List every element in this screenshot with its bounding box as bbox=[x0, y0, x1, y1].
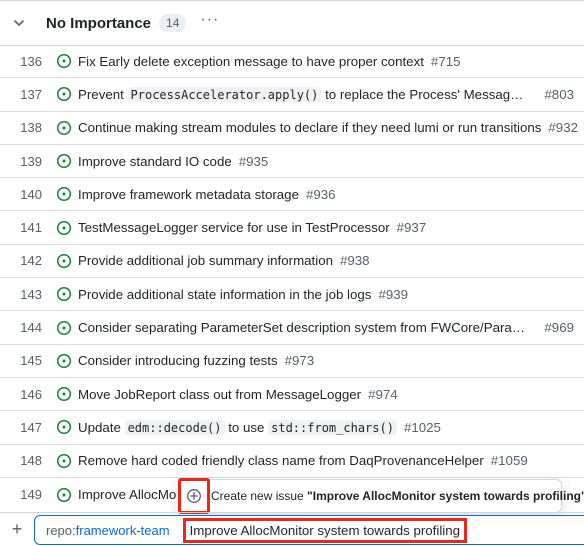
repo-filter-token: repo:framework-team bbox=[46, 523, 170, 538]
group-title: No Importance bbox=[46, 14, 152, 32]
table-row[interactable]: 146 Move JobReport class out from Messag… bbox=[0, 378, 584, 412]
issue-number[interactable]: #937 bbox=[397, 220, 427, 235]
chevron-down-icon[interactable] bbox=[0, 0, 38, 46]
issue-number[interactable]: #938 bbox=[340, 253, 370, 268]
issue-list: 136 Fix Early delete exception message t… bbox=[0, 45, 584, 511]
issue-opened-icon bbox=[56, 220, 72, 236]
inline-code: ProcessAccelerator.apply() bbox=[127, 86, 322, 102]
issue-title[interactable]: Consider separating ParameterSet descrip… bbox=[78, 320, 528, 335]
create-issue-prefix: Create new issue bbox=[211, 489, 308, 503]
plus-icon[interactable]: + bbox=[0, 519, 34, 540]
issue-title[interactable]: Move JobReport class out from MessageLog… bbox=[78, 387, 361, 402]
group-header: No Importance 14 ··· bbox=[0, 0, 584, 46]
row-number: 145 bbox=[20, 353, 42, 369]
issue-title[interactable]: Improve framework metadata storage bbox=[78, 187, 299, 202]
issue-title[interactable]: Fix Early delete exception message to ha… bbox=[78, 54, 424, 69]
issue-title[interactable]: Improve AllocMo bbox=[78, 487, 176, 502]
title-text: Prevent bbox=[78, 86, 128, 102]
table-row[interactable]: 140 Improve framework metadata storage #… bbox=[0, 178, 584, 212]
row-number: 136 bbox=[20, 53, 42, 69]
add-item-input[interactable]: repo:framework-team Improve AllocMonitor… bbox=[34, 515, 584, 545]
add-item-row: + repo:framework-team Improve AllocMonit… bbox=[0, 512, 584, 546]
issue-number[interactable]: #715 bbox=[431, 54, 461, 69]
table-row[interactable]: 143 Provide additional state information… bbox=[0, 278, 584, 312]
issue-title[interactable]: Improve standard IO code bbox=[78, 154, 232, 169]
issue-opened-icon bbox=[56, 419, 72, 435]
table-row[interactable]: 145 Consider introducing fuzzing tests #… bbox=[0, 345, 584, 378]
issue-opened-icon bbox=[56, 53, 72, 69]
row-number: 139 bbox=[20, 153, 42, 169]
row-number: 149 bbox=[20, 487, 42, 502]
issue-opened-icon bbox=[56, 353, 72, 369]
table-row[interactable]: 141 TestMessageLogger service for use in… bbox=[0, 211, 584, 245]
issue-opened-icon bbox=[56, 487, 72, 503]
issue-title[interactable]: Consider introducing fuzzing tests bbox=[78, 353, 278, 368]
issue-opened-icon bbox=[56, 86, 72, 102]
table-row[interactable]: 142 Provide additional job summary infor… bbox=[0, 245, 584, 279]
create-issue-title: "Improve AllocMonitor system towards pro… bbox=[307, 489, 584, 503]
title-text: to use bbox=[224, 419, 269, 435]
issue-opened-icon bbox=[56, 120, 72, 136]
issue-opened-icon bbox=[56, 386, 72, 402]
issue-opened-icon bbox=[56, 453, 72, 469]
plus-circle-icon[interactable] bbox=[178, 478, 210, 514]
issue-number[interactable]: #936 bbox=[306, 187, 336, 202]
row-number: 146 bbox=[20, 386, 42, 402]
repo-prefix: repo: bbox=[46, 522, 76, 538]
title-text: Update bbox=[78, 419, 125, 435]
issue-title[interactable]: Update edm::decode() to use std::from_ch… bbox=[78, 419, 397, 435]
row-number: 142 bbox=[20, 253, 42, 269]
title-text: to replace the Process' MessageLog... bbox=[321, 86, 528, 102]
issue-number[interactable]: #939 bbox=[378, 287, 408, 302]
table-row[interactable]: 147 Update edm::decode() to use std::fro… bbox=[0, 411, 584, 445]
issue-title[interactable]: Provide additional job summary informati… bbox=[78, 253, 333, 268]
issue-opened-icon bbox=[56, 186, 72, 202]
row-number: 138 bbox=[20, 120, 42, 136]
row-number: 137 bbox=[20, 86, 42, 102]
issue-title[interactable]: Prevent ProcessAccelerator.apply() to re… bbox=[78, 86, 528, 102]
issue-opened-icon bbox=[56, 153, 72, 169]
table-row[interactable]: 136 Fix Early delete exception message t… bbox=[0, 45, 584, 79]
issue-number[interactable]: #935 bbox=[239, 154, 269, 169]
row-number: 140 bbox=[20, 186, 42, 202]
issue-opened-icon bbox=[56, 286, 72, 302]
more-options-button[interactable]: ··· bbox=[200, 12, 219, 34]
table-row[interactable]: 139 Improve standard IO code #935 bbox=[0, 145, 584, 179]
issue-number[interactable]: #973 bbox=[285, 353, 315, 368]
table-row[interactable]: 138 Continue making stream modules to de… bbox=[0, 112, 584, 145]
issue-number[interactable]: #1025 bbox=[404, 420, 441, 435]
table-row[interactable]: 137 Prevent ProcessAccelerator.apply() t… bbox=[0, 78, 584, 112]
issue-title[interactable]: Continue making stream modules to declar… bbox=[78, 120, 541, 135]
issue-opened-icon bbox=[56, 253, 72, 269]
table-row[interactable]: 148 Remove hard coded friendly class nam… bbox=[0, 445, 584, 478]
issue-opened-icon bbox=[56, 320, 72, 336]
table-row[interactable]: 144 Consider separating ParameterSet des… bbox=[0, 311, 584, 345]
issue-title[interactable]: TestMessageLogger service for use in Tes… bbox=[78, 220, 390, 235]
repo-name: framework-team bbox=[75, 522, 170, 538]
issue-number[interactable]: #974 bbox=[368, 387, 398, 402]
row-number: 148 bbox=[20, 453, 42, 469]
row-number: 141 bbox=[20, 220, 42, 236]
issue-title[interactable]: Provide additional state information in … bbox=[78, 287, 371, 302]
count-badge: 14 bbox=[159, 14, 187, 32]
issue-number[interactable]: #932 bbox=[548, 120, 578, 135]
issue-title[interactable]: Remove hard coded friendly class name fr… bbox=[78, 453, 484, 468]
create-issue-suggestion[interactable]: Create new issue "Improve AllocMonitor s… bbox=[178, 478, 584, 514]
inline-code: std::from_chars() bbox=[268, 419, 397, 435]
issue-number[interactable]: #803 bbox=[544, 87, 574, 102]
row-number: 144 bbox=[20, 320, 42, 336]
inline-code: edm::decode() bbox=[124, 419, 225, 435]
issue-number[interactable]: #969 bbox=[544, 320, 574, 335]
row-number: 147 bbox=[20, 419, 42, 435]
new-item-title-text[interactable]: Improve AllocMonitor system towards prof… bbox=[182, 517, 468, 543]
row-number: 143 bbox=[20, 286, 42, 302]
issue-number[interactable]: #1059 bbox=[491, 453, 528, 468]
create-issue-label: Create new issue "Improve AllocMonitor s… bbox=[211, 489, 584, 503]
